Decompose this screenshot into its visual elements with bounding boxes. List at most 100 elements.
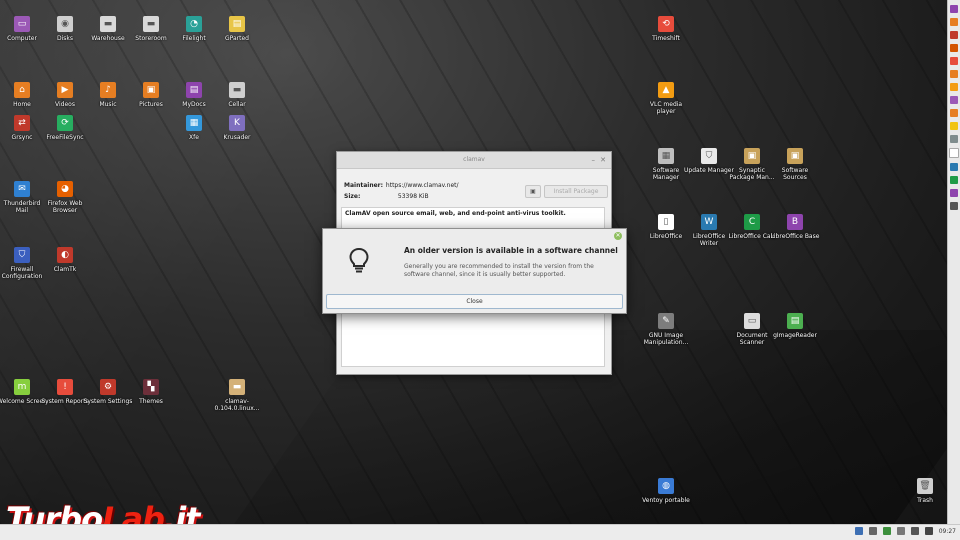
folder-icon[interactable] [854, 527, 863, 535]
desktop-icon-lo-base[interactable]: B LibreOffice Base [770, 214, 820, 240]
folder-pictures-icon: ▣ [143, 82, 159, 98]
grsync-icon: ⇄ [14, 115, 30, 131]
report-icon: ! [57, 379, 73, 395]
settings-icon: ⚙ [100, 379, 116, 395]
filelight-icon: ◔ [186, 16, 202, 32]
scanner-icon: ▭ [744, 313, 760, 329]
dialog-title: An older version is available in a softw… [404, 246, 618, 255]
panel-launcher-icon[interactable] [950, 109, 958, 117]
volume-icon[interactable] [924, 527, 933, 535]
panel-launcher-icon[interactable] [950, 5, 958, 13]
maintainer-label: Maintainer: [344, 182, 384, 189]
libreoffice-icon: ▯ [658, 214, 674, 230]
krusader-icon: K [229, 115, 245, 131]
desktop-icon-label: Krusader [223, 134, 251, 141]
panel-launcher-icon[interactable] [950, 18, 958, 26]
desktop-icon-clamtk[interactable]: ◐ ClamTk [40, 247, 90, 273]
desktop-icon-label: Themes [139, 398, 163, 405]
size-row: Size: 53398 KiB [344, 193, 429, 200]
drive-icon[interactable] [896, 527, 905, 535]
clamtk-icon: ◐ [57, 247, 73, 263]
folder-videos-icon: ▶ [57, 82, 73, 98]
desktop-icon-label: Timeshift [652, 35, 680, 42]
window-title: clamav [463, 156, 485, 163]
window-titlebar[interactable]: clamav – ✕ [337, 152, 611, 169]
firefox-icon: ◕ [57, 181, 73, 197]
size-value: 53398 KiB [397, 193, 429, 200]
desktop-icon-label: clamav-0.104.0.linux... [214, 398, 260, 412]
desktop-icon-clamav-archive[interactable]: ▬ clamav-0.104.0.linux... [212, 379, 262, 412]
calc-icon: C [744, 214, 760, 230]
shield-icon[interactable] [868, 527, 877, 535]
timeshift-icon: ⟲ [658, 16, 674, 32]
panel-launcher-icon[interactable] [950, 163, 958, 171]
lightbulb-icon [349, 247, 369, 273]
panel-launcher-icon[interactable] [950, 83, 958, 91]
details-button[interactable]: ▣ [525, 185, 541, 198]
desktop-icon-cellar[interactable]: ▬ Cellar [212, 82, 262, 108]
folder-home-icon: ⌂ [14, 82, 30, 98]
panel-launcher-icon[interactable] [950, 176, 958, 184]
desktop-icon-label: gImageReader [773, 332, 817, 339]
panel-launcher-icon[interactable] [950, 57, 958, 65]
network-icon[interactable] [910, 527, 919, 535]
thunderbird-icon: ✉ [14, 181, 30, 197]
desktop-icon-gimagereader[interactable]: ▤ gImageReader [770, 313, 820, 339]
desktop-icon-software-sources[interactable]: ▣ Software Sources [770, 148, 820, 181]
close-button[interactable]: Close [326, 294, 623, 309]
archive-icon: ▬ [229, 379, 245, 395]
mydocs-icon: ▤ [186, 82, 202, 98]
writer-icon: W [701, 214, 717, 230]
panel-launcher-icon[interactable] [950, 122, 958, 130]
desktop-icon-krusader[interactable]: K Krusader [212, 115, 262, 141]
document-icon: ▣ [530, 188, 536, 195]
update-icon[interactable] [882, 527, 891, 535]
base-icon: B [787, 214, 803, 230]
desktop-icon-firefox[interactable]: ◕ Firefox Web Browser [40, 181, 90, 214]
mint-icon: m [14, 379, 30, 395]
size-label: Size: [344, 193, 361, 200]
panel-launcher-icon[interactable] [950, 31, 958, 39]
desktop-icon-label: ClamTk [53, 266, 77, 273]
folder-icon: ▬ [229, 82, 245, 98]
desktop-icon-themes[interactable]: ▚ Themes [126, 379, 176, 405]
desktop-icon-ventoy[interactable]: ◍ Ventoy portable [641, 478, 691, 504]
desktop-icon-gimp[interactable]: ✎ GNU Image Manipulation... [641, 313, 691, 346]
vlc-cone-icon: ▲ [658, 82, 674, 98]
right-side-panel [947, 0, 960, 525]
taskbar: 09:27 [0, 524, 960, 540]
desktop-icon-timeshift[interactable]: ⟲ Timeshift [641, 16, 691, 42]
desktop-icon-label: GNU Image Manipulation... [643, 332, 689, 346]
themes-icon: ▚ [143, 379, 159, 395]
gimp-icon: ✎ [658, 313, 674, 329]
desktop-icon-vlc[interactable]: ▲ VLC media player [641, 82, 691, 115]
panel-launcher-icon[interactable] [950, 189, 958, 197]
dialog-close-icon[interactable]: ✕ [614, 232, 622, 240]
gimagereader-icon: ▤ [787, 313, 803, 329]
desktop-icon-gparted[interactable]: ▤ GParted [212, 16, 262, 42]
panel-launcher-icon[interactable] [950, 135, 958, 143]
dialog-message: Generally you are recommended to install… [404, 263, 594, 278]
maintainer-row: Maintainer: https://www.clamav.net/ [344, 182, 459, 189]
package-icon: ▣ [744, 148, 760, 164]
panel-launcher-icon[interactable] [950, 70, 958, 78]
desktop-icon-trash[interactable]: 🗑 Trash [900, 478, 950, 504]
panel-launcher-icon[interactable] [950, 44, 958, 52]
close-icon[interactable]: ✕ [600, 156, 606, 164]
panel-launcher-icon[interactable] [950, 202, 958, 210]
desktop-icon-label: Cellar [228, 101, 246, 108]
panel-launcher-icon[interactable] [949, 148, 959, 158]
minimize-icon[interactable]: – [592, 156, 596, 164]
desktop-icon-label: Firefox Web Browser [47, 200, 83, 214]
trash-icon: 🗑 [917, 478, 933, 494]
xfe-icon: ▦ [186, 115, 202, 131]
maintainer-value: https://www.clamav.net/ [385, 182, 459, 189]
install-package-button[interactable]: Install Package [544, 185, 608, 198]
panel-launcher-icon[interactable] [950, 96, 958, 104]
desktop-icon-label: VLC media player [649, 101, 683, 115]
clock[interactable]: 09:27 [939, 528, 956, 535]
ventoy-icon: ◍ [658, 478, 674, 494]
folder-music-icon: ♪ [100, 82, 116, 98]
sync-icon: ⟳ [57, 115, 73, 131]
desktop-icon-freefilesync[interactable]: ⟳ FreeFileSync [40, 115, 90, 141]
